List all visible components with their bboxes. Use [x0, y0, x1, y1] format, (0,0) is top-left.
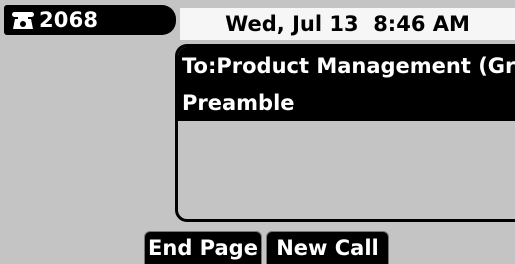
recipient-line[interactable]: To:Product Management (Gr…	[178, 47, 515, 84]
line-key-2068[interactable]: 2068	[4, 5, 176, 35]
phone-icon	[11, 10, 35, 30]
end-page-button[interactable]: End Page	[144, 231, 262, 264]
message-subject[interactable]: Preamble	[178, 84, 515, 121]
softkey-bar: End Page New Call	[0, 229, 515, 264]
line-number: 2068	[39, 7, 99, 32]
new-call-button[interactable]: New Call	[266, 231, 389, 264]
message-panel: To:Product Management (Gr… Preamble	[175, 44, 515, 222]
date-time: Wed, Jul 13 8:46 AM	[180, 8, 515, 40]
phone-display: 2068 Wed, Jul 13 8:46 AM To:Product Mana…	[0, 0, 515, 264]
